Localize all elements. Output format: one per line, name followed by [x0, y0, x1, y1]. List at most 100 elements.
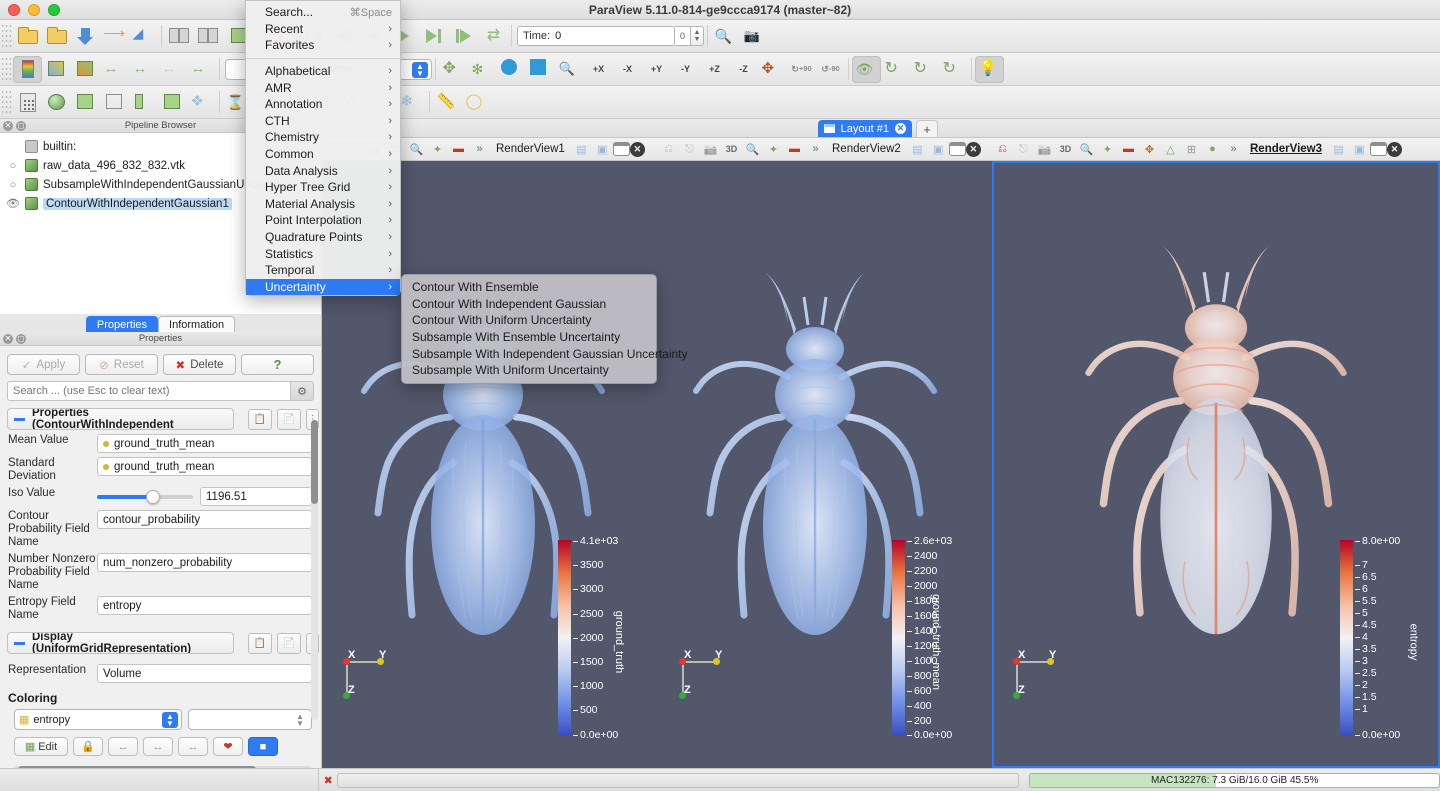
rotate-camera-1-icon[interactable]: ↻: [881, 56, 910, 83]
menu-item-recent[interactable]: Recent ›: [246, 21, 400, 38]
time-input[interactable]: Time: 0: [517, 26, 675, 46]
properties-vertical-scrollbar[interactable]: [311, 420, 318, 720]
rescale-custom-range-button[interactable]: ↔: [143, 737, 173, 756]
filters-menu[interactable]: Search... ⌘Space Recent › Favorites › Al…: [245, 0, 401, 296]
toolbar-grip[interactable]: [2, 23, 11, 49]
abort-icon[interactable]: ✖: [319, 774, 337, 787]
representation-dropdown[interactable]: Volume: [97, 664, 312, 683]
rotate-camera-2-icon[interactable]: ↻: [910, 56, 939, 83]
renderview2-title[interactable]: RenderView2: [826, 143, 907, 155]
menu-item-point-interpolation[interactable]: Point Interpolation ›: [246, 212, 400, 229]
undo-camera-icon[interactable]: ⎌: [992, 140, 1013, 159]
memory-inspector[interactable]: MAC132276: 7.3 GiB/16.0 GiB 45.5%: [1029, 772, 1440, 788]
show-center-icon[interactable]: ✦: [427, 140, 448, 159]
color-legend-2[interactable]: 2.6e+03 2400 2200 2000 1800 1600 1400 12…: [892, 532, 984, 752]
rotate-90-ccw-icon[interactable]: ↺ -90: [816, 56, 845, 83]
pick-center-icon[interactable]: ✥: [1139, 140, 1160, 159]
next-frame-icon[interactable]: [419, 23, 448, 50]
more-views-icon[interactable]: »: [469, 140, 490, 159]
tab-information[interactable]: Information: [158, 316, 236, 332]
uncertainty-submenu[interactable]: Contour With Ensemble Contour With Indep…: [401, 274, 688, 384]
menu-item-uncertainty[interactable]: Uncertainty ›: [246, 278, 400, 296]
toolbar-grip[interactable]: [2, 89, 11, 115]
renderview2-viewport[interactable]: X Y Z 2.6e+03 2400 2200 2000 1800 1600 1…: [658, 161, 992, 768]
add-layout-button[interactable]: +: [916, 120, 938, 137]
renderview3-title[interactable]: RenderView3: [1244, 143, 1328, 155]
iso-value-control[interactable]: 1196.51: [97, 487, 312, 506]
toggle-3d-icon[interactable]: 3D: [721, 140, 742, 159]
redo-camera-icon[interactable]: [194, 23, 223, 50]
menu-item-temporal[interactable]: Temporal ›: [246, 262, 400, 279]
camera-plus-y-icon[interactable]: +Y: [642, 56, 671, 83]
menu-item-quadrature-points[interactable]: Quadrature Points ›: [246, 229, 400, 246]
submenu-item-subsample-with-independent-gaussian-uncertainty[interactable]: Subsample With Independent Gaussian Unce…: [402, 345, 688, 362]
chevron-updown-icon[interactable]: ▲▼: [292, 712, 308, 728]
eye-visible-icon[interactable]: 👁: [6, 197, 20, 210]
color-map-icon[interactable]: [13, 55, 42, 83]
slice-icon[interactable]: [100, 89, 129, 116]
camera-icon[interactable]: 📷: [1034, 140, 1055, 159]
camera-plus-z-icon[interactable]: +Z: [700, 56, 729, 83]
color-legend-1[interactable]: 4.1e+03 3500 3000 2500 2000 1500 1000 50…: [558, 532, 650, 752]
rescale-range-icon[interactable]: ↔: [100, 56, 129, 83]
color-legend-3[interactable]: 8.0e+00 7 6.5 6 5.5 5 4.5 4 3.5 3 2.5 2 …: [1340, 532, 1432, 752]
time-stepper[interactable]: ▲ ▼: [691, 26, 704, 46]
paste-properties-icon[interactable]: 📄: [277, 408, 301, 430]
camera-minus-y-icon[interactable]: -Y: [671, 56, 700, 83]
undo-camera-icon[interactable]: ⎌: [658, 140, 679, 159]
camera-snapshot-icon[interactable]: 📷: [740, 23, 769, 50]
submenu-item-contour-with-independent-gaussian[interactable]: Contour With Independent Gaussian: [402, 296, 656, 313]
renderview1-title[interactable]: RenderView1: [490, 143, 571, 155]
chevron-updown-icon[interactable]: ▲▼: [162, 712, 178, 728]
rescale-visible-icon[interactable]: ↔: [187, 56, 216, 83]
rescale-data-icon[interactable]: [71, 56, 100, 83]
rotate-90-cw-icon[interactable]: ↻ +90: [787, 56, 816, 83]
menu-item-data-analysis[interactable]: Data Analysis ›: [246, 162, 400, 179]
edit-color-map-button[interactable]: ▦ Edit: [14, 737, 68, 756]
color-legend-icon[interactable]: [42, 56, 71, 83]
menu-item-chemistry[interactable]: Chemistry ›: [246, 129, 400, 146]
more-views-icon[interactable]: »: [805, 140, 826, 159]
magnifier-icon[interactable]: 🔍: [711, 23, 740, 50]
ruler-icon[interactable]: 📏: [433, 89, 462, 116]
rescale-to-data-range-button[interactable]: ↔: [108, 737, 138, 756]
open-file-icon[interactable]: [13, 23, 42, 50]
split-vertical-icon[interactable]: ▣: [1349, 140, 1370, 159]
menu-item-hyper-tree-grid[interactable]: Hyper Tree Grid ›: [246, 179, 400, 196]
last-frame-icon[interactable]: [449, 23, 478, 50]
contour-icon[interactable]: [42, 89, 71, 116]
contour-probability-input[interactable]: contour_probability: [97, 510, 312, 529]
calculator-icon[interactable]: [13, 89, 42, 116]
maximize-view-icon[interactable]: [1370, 142, 1388, 156]
save-state-icon[interactable]: [42, 23, 71, 50]
menu-item-favorites[interactable]: Favorites ›: [246, 37, 400, 54]
show-center-axes-icon[interactable]: 👁: [852, 55, 881, 83]
zoom-icon[interactable]: 🔍: [1076, 140, 1097, 159]
copy-properties-icon[interactable]: 📋: [248, 408, 272, 430]
toolbar-grip[interactable]: [2, 56, 11, 82]
close-view-icon[interactable]: ✕: [629, 141, 645, 157]
menu-item-statistics[interactable]: Statistics ›: [246, 245, 400, 262]
num-nonzero-probability-input[interactable]: num_nonzero_probability: [97, 553, 312, 572]
redo-camera-icon[interactable]: ⎋: [1013, 140, 1034, 159]
search-input[interactable]: [7, 381, 290, 401]
threshold-icon[interactable]: [129, 89, 158, 116]
iso-value-slider[interactable]: [97, 489, 193, 504]
choose-preset-button[interactable]: 🔒: [73, 737, 103, 756]
menu-item-common[interactable]: Common ›: [246, 146, 400, 163]
submenu-item-subsample-with-ensemble-uncertainty[interactable]: Subsample With Ensemble Uncertainty: [402, 329, 656, 346]
copy-display-icon[interactable]: 📋: [248, 632, 272, 654]
menu-item-annotation[interactable]: Annotation ›: [246, 96, 400, 113]
undo-camera-icon[interactable]: [165, 23, 194, 50]
show-center-icon[interactable]: ✦: [763, 140, 784, 159]
reset-button[interactable]: ⊘ Reset: [85, 354, 158, 375]
disconnect-icon[interactable]: ◢: [129, 23, 158, 50]
split-horizontal-icon[interactable]: ▤: [571, 140, 592, 159]
standard-deviation-selector[interactable]: ground_truth_mean: [97, 457, 312, 476]
protractor-icon[interactable]: ◯: [462, 89, 491, 116]
entropy-field-input[interactable]: entropy: [97, 596, 312, 615]
zoom-icon[interactable]: 🔍: [742, 140, 763, 159]
menu-item-search[interactable]: Search... ⌘Space: [246, 4, 400, 21]
coloring-component-selector[interactable]: ▲ ▼: [188, 709, 312, 730]
camera-minus-x-icon[interactable]: -X: [613, 56, 642, 83]
